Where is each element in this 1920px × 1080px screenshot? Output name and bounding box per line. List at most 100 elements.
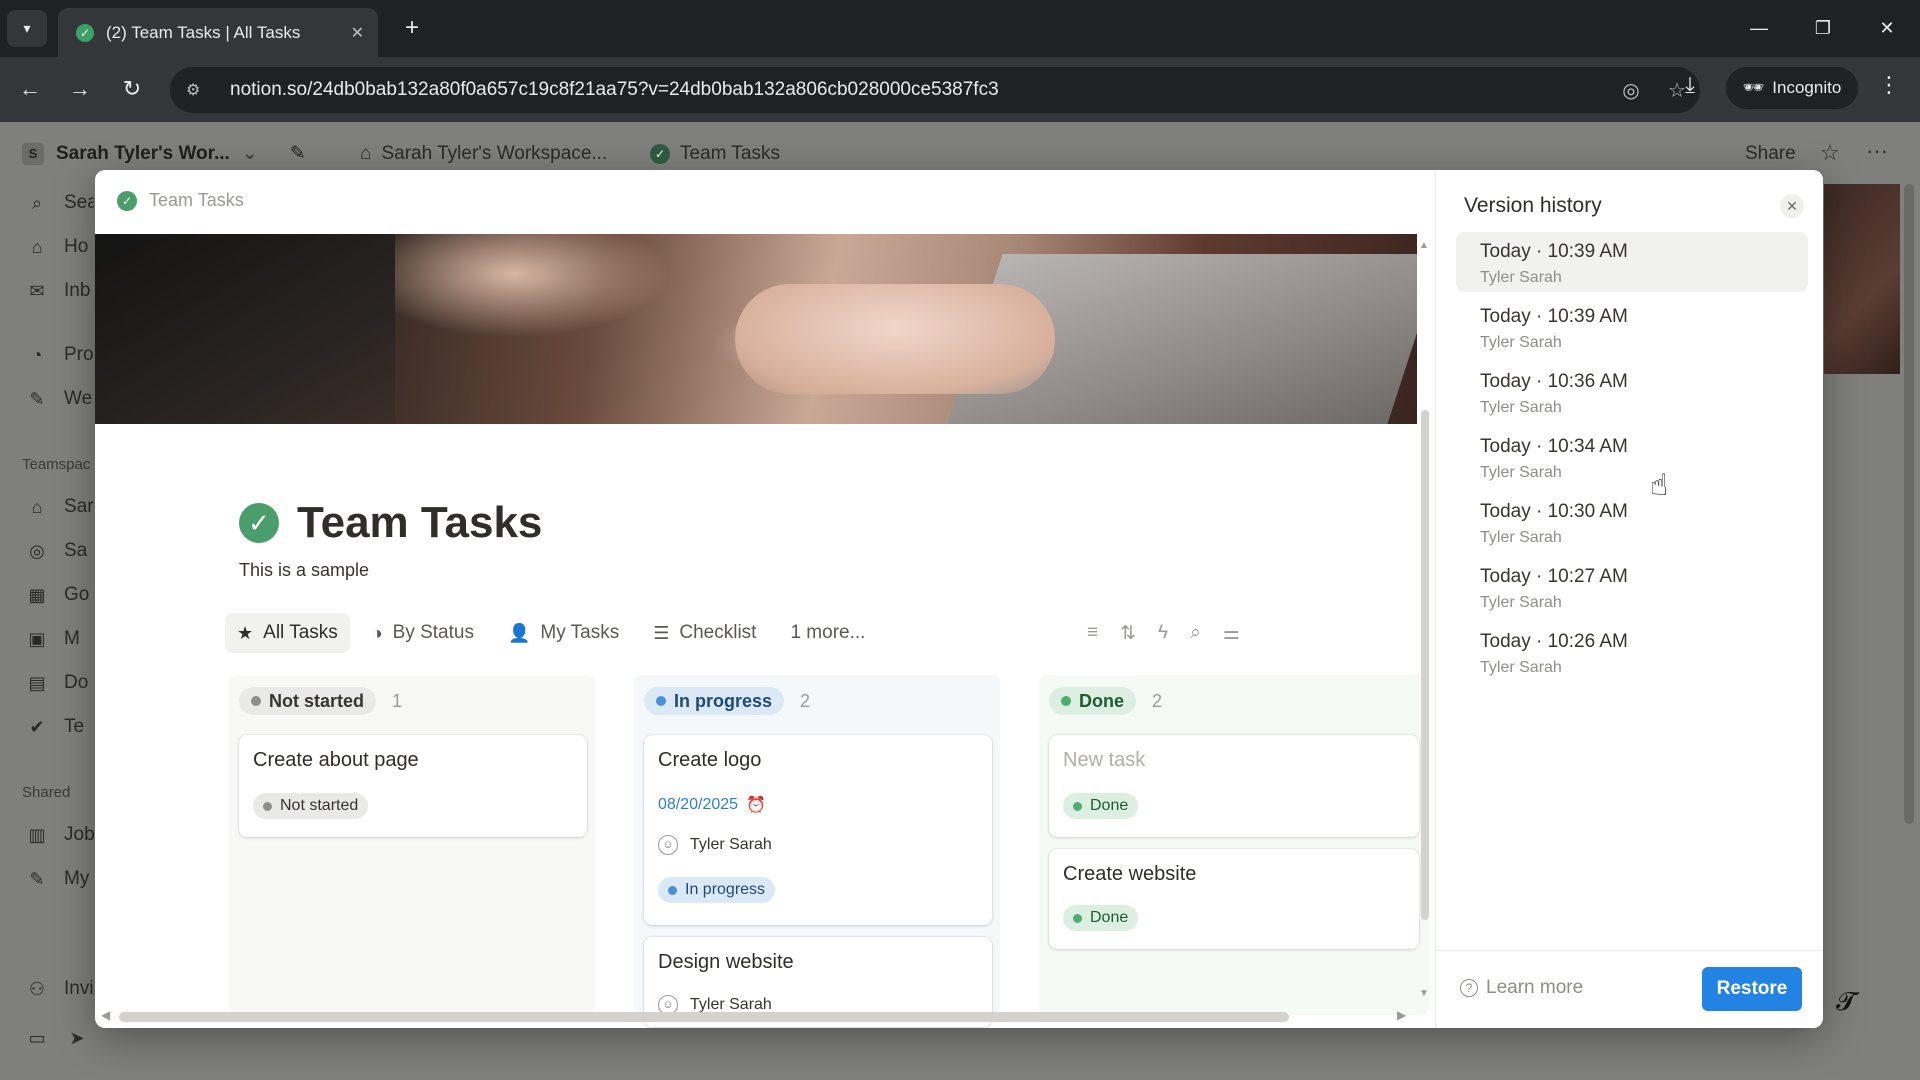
task-card[interactable]: Create website Done (1049, 849, 1419, 949)
sidebar-item-home[interactable]: ⌂ Ho (24, 236, 94, 258)
sidebar-bottom-icons: ▭ ➤ (24, 1028, 94, 1049)
tab-search-chevron-icon[interactable]: ▾ (7, 10, 47, 47)
version-item[interactable]: Today · 10:30 AM Tyler Sarah (1456, 492, 1808, 552)
sidebar-item-docs[interactable]: ▤ Do (24, 672, 94, 694)
check-circle-icon: ✔ (29, 716, 45, 737)
task-card[interactable]: Create logo 08/20/2025 ⏰ ☺ Tyler Sarah I… (644, 735, 992, 925)
sidebar-item-sarah[interactable]: ⌂ Sar (24, 496, 94, 518)
sidebar-item-projects[interactable]: ◔ Pro (24, 344, 94, 366)
horizontal-scrollbar[interactable] (119, 1012, 1289, 1022)
share-button[interactable]: Share (1745, 143, 1796, 165)
status-badge[interactable]: Done (1049, 687, 1136, 715)
tab-checklist[interactable]: ☰ Checklist (641, 613, 768, 653)
tab-my-tasks[interactable]: 👤 My Tasks (496, 613, 631, 653)
version-item[interactable]: Today · 10:34 AM Tyler Sarah (1456, 427, 1808, 487)
sidebar-item-invite[interactable]: ⚇ Invi (24, 978, 94, 1000)
version-item[interactable]: Today · 10:36 AM Tyler Sarah (1456, 362, 1808, 422)
background-cover-image (1824, 184, 1900, 374)
new-tab-plus-icon[interactable]: + (396, 12, 428, 44)
workspace-switcher[interactable]: S Sarah Tyler's Wor... ⌄ ✎ (22, 142, 306, 165)
back-arrow-icon[interactable]: ← (12, 71, 48, 107)
tab-by-status[interactable]: ◑ By Status (360, 613, 486, 653)
breadcrumb-workspace[interactable]: ⌂ Sarah Tyler's Workspace... (360, 143, 607, 165)
alarm-clock-icon: ⏰ (746, 797, 766, 814)
sidebar-item-meetings[interactable]: ▣ M (24, 628, 94, 650)
site-settings-icon[interactable]: ⚙ (186, 80, 212, 100)
version-time: Today · 10:39 AM (1480, 241, 1628, 262)
task-card[interactable]: New task Done (1049, 735, 1419, 837)
cover-image (95, 234, 1417, 424)
view-tools: ≡ ⇅ ϟ ⌕ ⚌ (1087, 622, 1240, 645)
version-item[interactable]: Today · 10:26 AM Tyler Sarah (1456, 622, 1808, 682)
new-page-icon[interactable]: ✎ (290, 142, 306, 165)
browser-tab[interactable]: ✓ (2) Team Tasks | All Tasks ✕ (58, 8, 378, 57)
version-history-modal: ✓ Team Tasks ✓ Team Tasks This is a samp… (95, 170, 1823, 1028)
sidebar-item-inbox[interactable]: ✉ Inb (24, 280, 94, 302)
tab-more-views[interactable]: 1 more... (778, 613, 877, 653)
sidebar-item-sa[interactable]: ◎ Sa (24, 540, 94, 562)
column-count: 1 (392, 690, 403, 711)
minimize-icon[interactable]: — (1730, 10, 1788, 46)
status-badge[interactable]: In progress (644, 687, 785, 715)
incognito-badge[interactable]: 🕶 Incognito (1726, 67, 1858, 109)
eye-off-icon[interactable]: ◎ (1608, 78, 1654, 103)
send-icon[interactable]: ➤ (64, 1028, 90, 1049)
scroll-right-arrow-icon[interactable]: ▶ (1397, 1008, 1406, 1022)
workspace-avatar: S (22, 142, 44, 165)
version-item[interactable]: Today · 10:39 AM Tyler Sarah (1456, 232, 1808, 292)
calendar-icon: ▣ (28, 628, 46, 649)
sidebar-item-weekly[interactable]: ✎ We (24, 388, 94, 410)
incognito-icon: 🕶 (1742, 78, 1765, 97)
sort-icon[interactable]: ⇅ (1120, 622, 1136, 645)
forward-arrow-icon[interactable]: → (62, 71, 98, 107)
tab-all-tasks[interactable]: ★ All Tasks (225, 613, 350, 653)
status-badge[interactable]: Not started (239, 687, 377, 715)
sidebar-item-search[interactable]: ⌕ Sea (24, 192, 94, 214)
address-bar[interactable]: ⚙ notion.so/24db0bab132a80f0a657c19c8f21… (170, 67, 1700, 113)
breadcrumb-team-tasks[interactable]: ✓ Team Tasks (650, 143, 780, 165)
tab-close-icon[interactable]: ✕ (351, 23, 364, 43)
learn-more-link[interactable]: ? Learn more (1460, 977, 1583, 999)
card-title: Design website (658, 951, 794, 973)
sidebar-item-jobs[interactable]: ▥ Job (24, 824, 94, 846)
version-item[interactable]: Today · 10:39 AM Tyler Sarah (1456, 297, 1808, 357)
version-time: Today · 10:39 AM (1480, 306, 1628, 327)
version-time: Today · 10:34 AM (1480, 436, 1628, 457)
pencil-icon: ✎ (29, 868, 45, 889)
scroll-down-arrow-icon[interactable]: ▼ (1419, 988, 1429, 999)
inbox-icon: ✉ (29, 280, 45, 301)
more-options-icon[interactable]: ··· (1866, 138, 1888, 164)
column-count: 2 (1152, 690, 1163, 711)
vertical-scrollbar[interactable] (1421, 410, 1429, 920)
browser-menu-icon[interactable]: ⋮ (1874, 72, 1904, 98)
trash-icon[interactable]: ▭ (24, 1028, 50, 1049)
sidebar-item-team-tasks[interactable]: ✔ Te (24, 716, 94, 738)
sidebar-item-goals[interactable]: ▦ Go (24, 584, 94, 606)
notion-ai-face-icon[interactable]: 𝓣 (1836, 986, 1856, 1018)
version-item[interactable]: Today · 10:27 AM Tyler Sarah (1456, 557, 1808, 617)
status-dot (251, 696, 261, 706)
scroll-left-arrow-icon[interactable]: ◀ (101, 1008, 110, 1022)
search-icon[interactable]: ⌕ (1190, 622, 1201, 645)
search-icon: ⌕ (31, 192, 43, 213)
address-url[interactable]: notion.so/24db0bab132a80f0a657c19c8f21aa… (230, 79, 1608, 101)
restore-window-icon[interactable]: ❐ (1794, 10, 1852, 46)
card-title: Create about page (253, 749, 419, 771)
version-author: Tyler Sarah (1480, 399, 1562, 416)
version-author: Tyler Sarah (1480, 269, 1562, 286)
reload-icon[interactable]: ↻ (114, 71, 150, 107)
download-icon[interactable]: ⤓ (1670, 72, 1710, 98)
filter-icon[interactable]: ≡ (1087, 622, 1098, 645)
view-settings-icon[interactable]: ⚌ (1223, 622, 1240, 645)
restore-button[interactable]: Restore (1702, 967, 1802, 1011)
scroll-up-arrow-icon[interactable]: ▲ (1419, 240, 1429, 251)
task-card[interactable]: Create about page Not started (239, 735, 587, 837)
close-window-icon[interactable]: ✕ (1858, 10, 1916, 46)
background-scrollbar[interactable] (1904, 184, 1914, 824)
cover-hand-shape (735, 284, 1055, 394)
close-icon[interactable]: ✕ (1780, 194, 1804, 218)
sidebar-item-my[interactable]: ✎ My (24, 868, 94, 890)
automation-bolt-icon[interactable]: ϟ (1158, 622, 1168, 645)
favorite-star-icon[interactable]: ☆ (1820, 140, 1840, 166)
version-author: Tyler Sarah (1480, 659, 1562, 676)
